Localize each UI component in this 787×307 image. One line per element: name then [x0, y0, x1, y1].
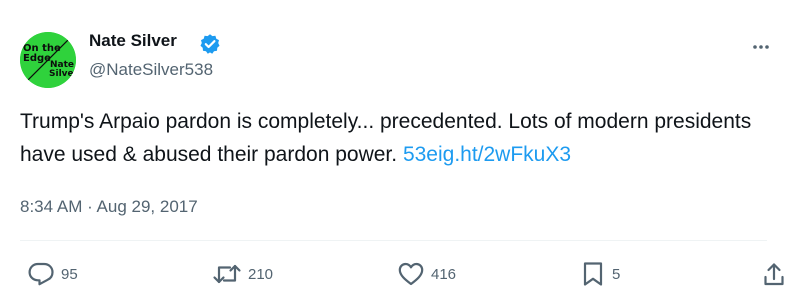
author-display-name[interactable]: Nate Silver	[89, 31, 177, 51]
divider	[20, 240, 767, 241]
retweet-button[interactable]: 210	[212, 259, 273, 289]
like-count: 416	[431, 265, 457, 283]
retweet-icon	[212, 261, 242, 287]
heart-icon	[397, 261, 425, 287]
tweet-link[interactable]: 53eig.ht/2wFkuX3	[403, 143, 571, 166]
tweet-text: Trump's Arpaio pardon is completely... p…	[20, 105, 770, 171]
like-button[interactable]: 416	[397, 259, 456, 289]
avatar-text-4: Silver	[49, 69, 76, 79]
avatar-text-2: Edge	[23, 53, 51, 64]
author-handle[interactable]: @NateSilver538	[89, 60, 213, 80]
tweet-body: Trump's Arpaio pardon is completely... p…	[20, 110, 752, 166]
bookmark-count: 5	[612, 265, 621, 283]
share-icon	[763, 261, 785, 287]
reply-icon	[27, 261, 55, 287]
share-button[interactable]	[763, 259, 785, 289]
more-options-icon[interactable]	[749, 34, 773, 54]
tweet-timestamp[interactable]: 8:34 AM · Aug 29, 2017	[20, 197, 198, 217]
retweet-count: 210	[248, 265, 274, 283]
bookmark-icon	[580, 261, 606, 287]
tweet-card: On the Edge Nate Silver Nate Silver @Nat…	[0, 0, 787, 307]
reply-button[interactable]: 95	[27, 259, 78, 289]
avatar[interactable]: On the Edge Nate Silver	[20, 32, 76, 88]
reply-count: 95	[61, 265, 78, 283]
bookmark-button[interactable]: 5	[580, 259, 620, 289]
verified-badge-icon	[199, 33, 221, 55]
